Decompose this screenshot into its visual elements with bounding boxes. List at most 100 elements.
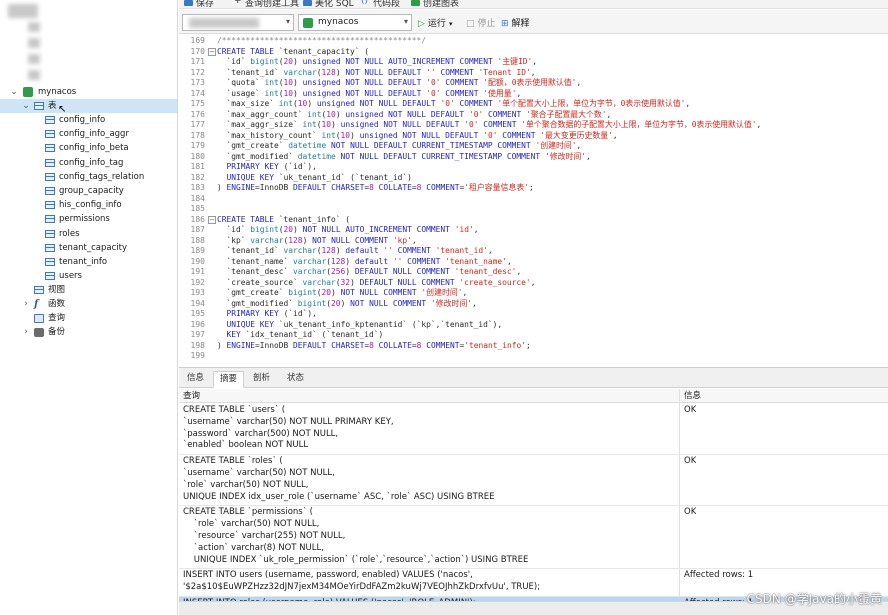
tree-table-item[interactable]: group_capacity — [0, 184, 177, 198]
info-cell[interactable]: OK — [684, 507, 696, 519]
code-line: `max_aggr_count` int(10) unsigned NOT NU… — [217, 109, 612, 119]
tree-table-item[interactable]: his_config_info — [0, 198, 177, 212]
blurred-connection-name — [189, 18, 259, 28]
snippet-button[interactable]: 代码段 — [373, 0, 400, 8]
table-icon — [45, 243, 55, 252]
tree-table-item[interactable]: permissions — [0, 212, 177, 226]
tree-table-item[interactable]: config_info_beta — [0, 141, 177, 155]
code-line: `max_size` int(10) unsigned NOT NULL DEF… — [217, 99, 691, 108]
query-builder-button[interactable]: 查询创建工具 — [245, 0, 299, 8]
tree-table-label: users — [59, 271, 82, 282]
line-number: 175 — [190, 99, 205, 108]
database-icon — [23, 87, 33, 97]
database-select[interactable]: mynacos ▾ — [298, 14, 412, 31]
code-line: `tenant_id` varchar(128) default '' COMM… — [217, 246, 493, 255]
tab-info[interactable]: 信息 — [181, 371, 210, 388]
code-line: UNIQUE KEY `uk_tenant_info_kptenantid` (… — [226, 319, 503, 329]
tree-table-item[interactable]: config_info_aggr — [0, 127, 177, 141]
object-tree[interactable]: ⌄ mynacos ⌄ 表 ↖ config_info config_info_a… — [0, 0, 178, 615]
connection-bar: ▾ mynacos ▾ ▷ 运行 ▾ □ 停止 ⊞ 解释 — [179, 10, 888, 34]
tree-table-item[interactable]: config_info — [0, 113, 177, 127]
tree-db-mynacos[interactable]: ⌄ mynacos — [0, 85, 177, 99]
line-number: 171 — [190, 57, 205, 66]
line-number: 198 — [190, 340, 205, 350]
code-line: `quota` int(10) unsigned NOT NULL DEFAUL… — [217, 78, 582, 87]
table-icon — [45, 172, 55, 181]
line-number: 189 — [190, 246, 205, 255]
table-row[interactable]: CREATE TABLE `roles` (`username` varchar… — [183, 456, 677, 503]
query-icon — [34, 314, 44, 323]
line-number: 185 — [190, 204, 205, 213]
explain-label: 解释 — [511, 19, 530, 29]
line-number: 190 — [190, 256, 205, 266]
table-row[interactable]: CREATE TABLE `permissions` ( `role` varc… — [183, 507, 677, 566]
beautify-sql-button[interactable]: 美化 SQL — [315, 0, 354, 8]
line-number: 191 — [190, 267, 205, 276]
create-chart-button[interactable]: 创建图表 — [423, 0, 459, 8]
tree-views[interactable]: 视图 — [0, 283, 177, 297]
tree-table-label: config_info_aggr — [59, 129, 129, 140]
column-header-query[interactable]: 查询 — [179, 389, 679, 403]
info-cell[interactable]: Affected rows: 1 — [684, 570, 753, 582]
code-line: `gmt_modified` datetime NOT NULL DEFAULT… — [217, 151, 591, 161]
blurred-connection — [28, 38, 40, 48]
tree-backups[interactable]: › 备份 — [0, 325, 177, 339]
code-line: `max_aggr_size` int(10) unsigned NOT NUL… — [217, 120, 762, 129]
beautify-icon — [303, 0, 312, 6]
tree-table-item[interactable]: users — [0, 269, 177, 283]
tree-table-label: config_info_beta — [59, 143, 129, 154]
query-text-line: `username` varchar(50) NOT NULL, — [183, 467, 335, 478]
tree-table-label: tenant_info — [59, 257, 108, 267]
chevron-right-icon[interactable]: › — [21, 325, 31, 339]
chevron-down-icon[interactable]: ⌄ — [21, 99, 31, 113]
query-text-line: `action` varchar(8) NOT NULL, — [183, 542, 324, 553]
line-number: 193 — [190, 288, 205, 297]
tree-table-item[interactable]: tenant_capacity — [0, 241, 177, 255]
tree-tables-folder[interactable]: ⌄ 表 ↖ — [0, 99, 177, 115]
fold-toggle-icon[interactable]: − — [208, 48, 216, 56]
save-icon — [184, 0, 193, 6]
table-icon — [45, 187, 55, 195]
summary-grid[interactable]: 查询 信息 CREATE TABLE `users` (`username` v… — [179, 389, 888, 601]
database-select-value: mynacos — [318, 17, 359, 27]
tree-table-item[interactable]: config_tags_relation — [0, 170, 177, 184]
connection-select[interactable]: ▾ — [182, 14, 294, 31]
backup-icon — [34, 328, 44, 337]
query-text-line: CREATE TABLE `users` ( — [183, 405, 286, 415]
tab-profile[interactable]: 剖析 — [247, 371, 276, 388]
line-number-gutter: 169 170 171 172 173 174 175 176 177 178 179 180 181 1… — [179, 35, 207, 366]
line-number: 174 — [190, 88, 205, 98]
info-cell[interactable]: OK — [684, 405, 696, 417]
tree-queries[interactable]: 查询 — [0, 311, 177, 325]
info-cell[interactable]: OK — [684, 456, 696, 468]
line-number: 180 — [190, 151, 205, 161]
sql-editor[interactable]: 169 170 171 172 173 174 175 176 177 178 179 180 181 1… — [179, 35, 888, 366]
table-icon — [45, 258, 55, 266]
table-icon — [45, 116, 55, 124]
query-text-line: `username` varchar(50) NOT NULL PRIMARY … — [183, 416, 394, 427]
run-button[interactable]: ▷ 运行 ▾ — [418, 16, 452, 29]
tree-table-item[interactable]: roles — [0, 227, 177, 241]
chevron-right-icon[interactable]: › — [21, 297, 31, 311]
column-header-info[interactable]: 信息 — [680, 389, 888, 403]
line-number: 178 — [190, 130, 205, 140]
add-icon: + — [234, 0, 242, 6]
tab-summary[interactable]: 摘要 — [213, 371, 245, 388]
tree-table-item[interactable]: tenant_info — [0, 255, 177, 269]
row-divider — [179, 454, 888, 456]
row-divider — [179, 568, 888, 570]
tab-status[interactable]: 状态 — [281, 371, 310, 388]
table-row[interactable]: CREATE TABLE `users` (`username` varchar… — [183, 405, 677, 452]
fold-toggle-icon[interactable]: − — [208, 216, 216, 224]
tree-functions[interactable]: › f 函数 — [0, 297, 177, 311]
table-row[interactable]: INSERT INTO users (username, password, e… — [183, 570, 677, 594]
query-text-line: INSERT INTO users (username, password, e… — [183, 570, 473, 581]
stop-button[interactable]: □ 停止 — [466, 16, 496, 29]
tree-table-item[interactable]: config_info_tag — [0, 156, 177, 170]
save-button[interactable]: 保存 — [196, 0, 214, 8]
chevron-down-icon[interactable]: ⌄ — [9, 85, 19, 99]
explain-button[interactable]: ⊞ 解释 — [501, 16, 530, 29]
tree-table-label: permissions — [59, 214, 110, 225]
code-line: `max_history_count` int(10) unsigned NOT… — [217, 130, 618, 140]
table-icon — [45, 215, 55, 224]
